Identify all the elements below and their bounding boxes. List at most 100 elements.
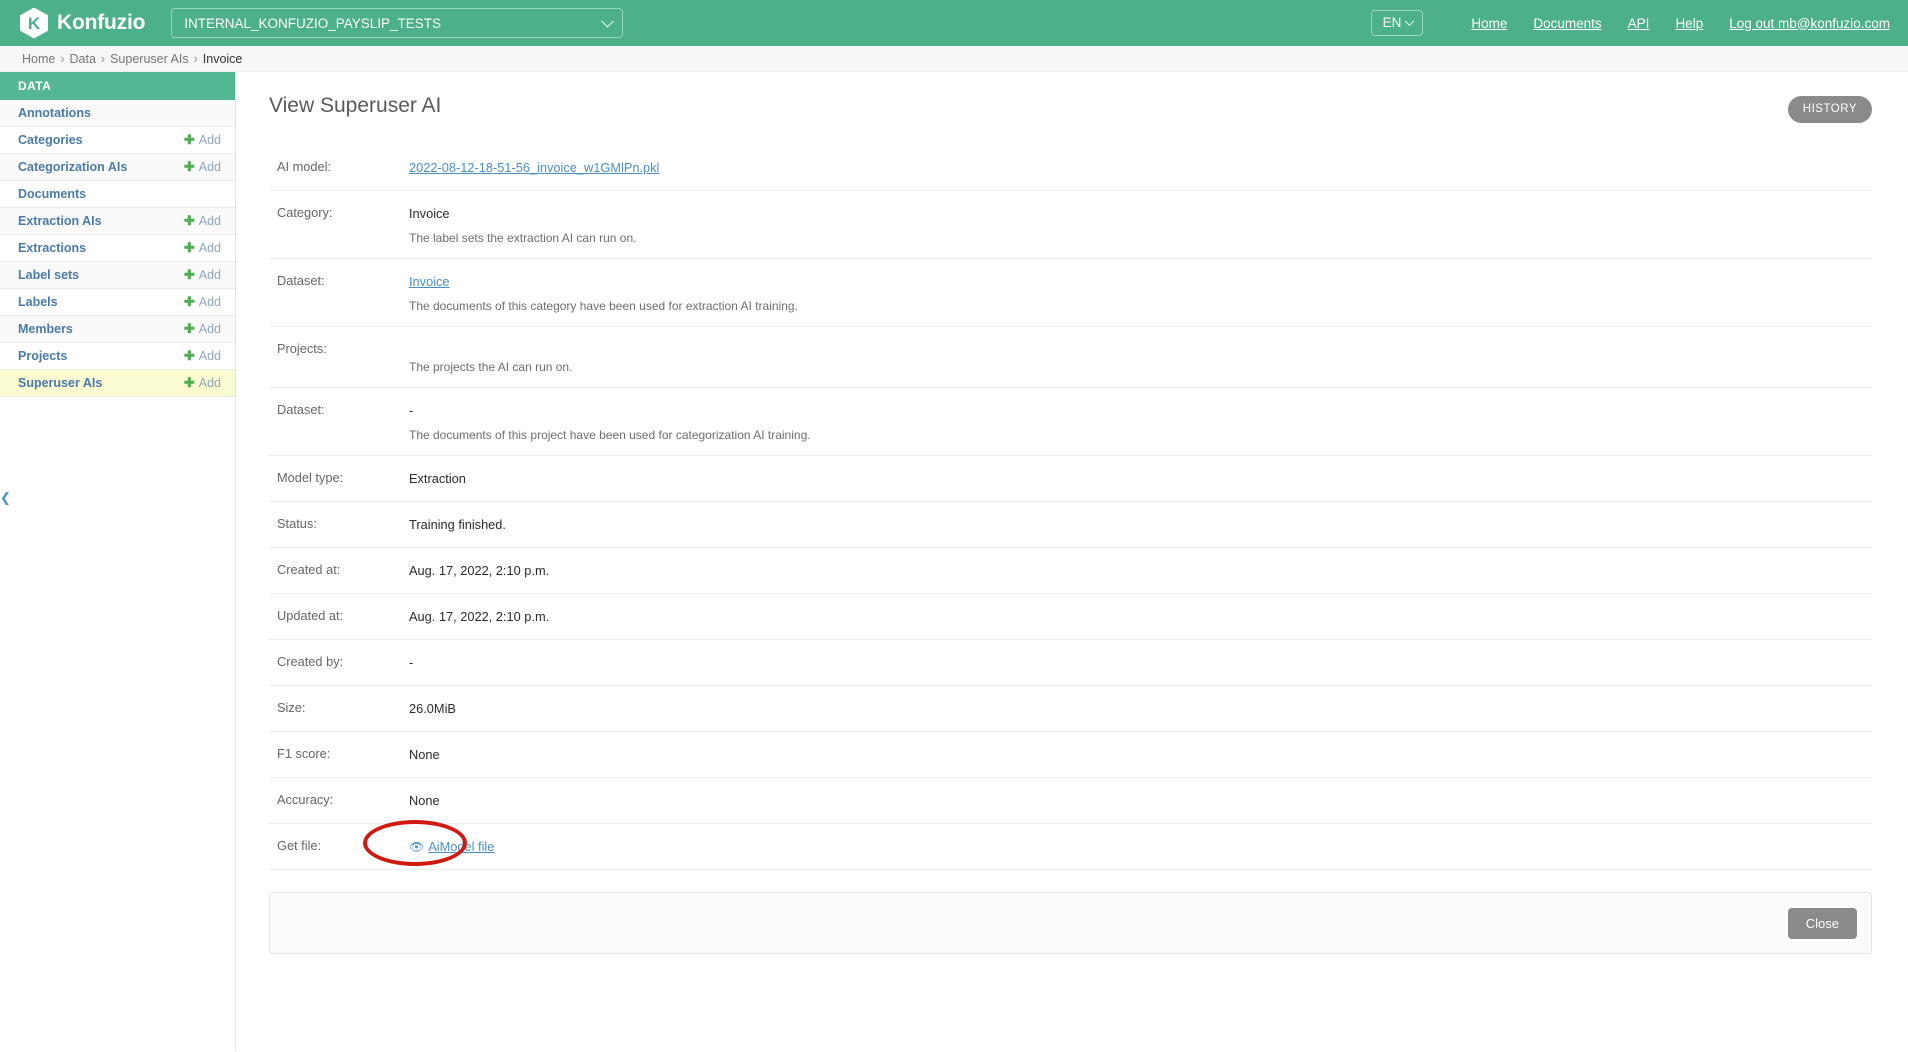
- get-file-value: 👁 AiModel file: [363, 820, 1872, 866]
- sidebar-add-button[interactable]: ✚ Add: [184, 213, 221, 229]
- breadcrumb-separator: ›: [100, 51, 106, 66]
- sidebar-add-button[interactable]: ✚ Add: [184, 375, 221, 391]
- detail-row-value: 2022-08-12-18-51-56_invoice_w1GMlPn.pkl: [409, 159, 1872, 177]
- detail-value-text: Training finished.: [409, 517, 506, 532]
- nav-link-home[interactable]: Home: [1471, 16, 1507, 31]
- sidebar-item-extraction-ais[interactable]: Extraction AIs ✚ Add: [0, 208, 235, 235]
- plus-icon: ✚: [183, 159, 195, 174]
- detail-row-label: Status:: [277, 516, 317, 531]
- detail-row-value: Training finished.: [409, 516, 1872, 534]
- sidebar-item-label: Extractions: [18, 241, 87, 255]
- sidebar-item-label: Documents: [18, 187, 87, 201]
- detail-value-text: Aug. 17, 2022, 2:10 p.m.: [409, 563, 550, 578]
- detail-row: Size: 26.0MiB: [269, 686, 1872, 732]
- detail-row: F1 score: None: [269, 732, 1872, 778]
- plus-icon: ✚: [183, 132, 195, 147]
- project-select[interactable]: INTERNAL_KONFUZIO_PAYSLIP_TESTS: [171, 8, 624, 38]
- detail-row-help-text: The documents of this category have been…: [409, 299, 798, 313]
- sidebar-item-list: Annotations Categories ✚ Add Categorization …: [0, 100, 235, 397]
- sidebar-add-button[interactable]: ✚ Add: [184, 132, 221, 148]
- detail-row: Created by: -: [269, 640, 1872, 686]
- close-button[interactable]: Close: [1787, 907, 1857, 939]
- breadcrumb-item-home[interactable]: Home: [22, 52, 55, 66]
- aimodel-file-link[interactable]: AiModel file: [428, 839, 494, 854]
- sidebar-item-label-sets[interactable]: Label sets ✚ Add: [0, 262, 235, 289]
- plus-icon: ✚: [183, 240, 195, 255]
- top-navigation-bar: K Konfuzio INTERNAL_KONFUZIO_PAYSLIP_TES…: [0, 0, 1908, 46]
- detail-row-label: Dataset:: [277, 402, 325, 417]
- detail-row-value: Aug. 17, 2022, 2:10 p.m.: [409, 562, 1872, 580]
- detail-row-help-text: The projects the AI can run on.: [409, 360, 573, 374]
- detail-value-text: 26.0MiB: [409, 701, 456, 716]
- detail-row: Accuracy: None: [269, 778, 1872, 824]
- detail-row-label: Created at:: [277, 562, 341, 577]
- sidebar-add-button[interactable]: ✚ Add: [184, 321, 221, 337]
- detail-value-text: None: [409, 793, 440, 808]
- detail-row-help-text: The documents of this project have been …: [409, 428, 811, 442]
- breadcrumb: Home › Data › Superuser AIs › Invoice: [0, 46, 1908, 72]
- detail-row-value: Aug. 17, 2022, 2:10 p.m.: [409, 608, 1872, 626]
- sidebar-collapse-chevron-left-icon[interactable]: ❮: [0, 490, 11, 506]
- detail-value-text: Extraction: [409, 471, 466, 486]
- sidebar-item-label: Label sets: [18, 268, 80, 282]
- detail-row-value: Extraction: [409, 470, 1872, 488]
- page-layout: DATA Annotations Categories ✚ Add Categoriza…: [0, 72, 1908, 1051]
- detail-row-value: None: [409, 792, 1872, 810]
- detail-row: Updated at: Aug. 17, 2022, 2:10 p.m.: [269, 594, 1872, 640]
- nav-link-api[interactable]: API: [1628, 16, 1650, 31]
- detail-row-label: Dataset:: [277, 273, 325, 288]
- sidebar-add-label: Add: [198, 241, 221, 255]
- sidebar-add-label: Add: [198, 295, 221, 309]
- detail-row: Projects: The projects the AI can run on.: [269, 327, 1872, 388]
- language-label: EN: [1382, 15, 1402, 30]
- history-button[interactable]: HISTORY: [1787, 96, 1872, 123]
- project-select-value: INTERNAL_KONFUZIO_PAYSLIP_TESTS: [184, 15, 442, 31]
- sidebar-add-label: Add: [198, 376, 221, 390]
- sidebar-item-superuser-ais[interactable]: Superuser AIs ✚ Add: [0, 370, 235, 397]
- detail-row: Status: Training finished.: [269, 502, 1872, 548]
- detail-row-label: Updated at:: [277, 608, 344, 623]
- sidebar-add-label: Add: [198, 214, 221, 228]
- footer-action-bar: Close: [269, 892, 1872, 954]
- sidebar-item-label: Projects: [18, 349, 68, 363]
- sidebar-add-button[interactable]: ✚ Add: [184, 159, 221, 175]
- breadcrumb-item-superuser-ais[interactable]: Superuser AIs: [110, 52, 189, 66]
- sidebar-item-annotations[interactable]: Annotations: [0, 100, 235, 127]
- detail-row: AI model: 2022-08-12-18-51-56_invoice_w1G…: [269, 145, 1872, 191]
- brand-logo[interactable]: K Konfuzio: [20, 7, 146, 39]
- sidebar-item-extractions[interactable]: Extractions ✚ Add: [0, 235, 235, 262]
- detail-row-label: Model type:: [277, 470, 344, 485]
- sidebar-add-label: Add: [198, 268, 221, 282]
- sidebar-add-button[interactable]: ✚ Add: [184, 348, 221, 364]
- sidebar-item-labels[interactable]: Labels ✚ Add: [0, 289, 235, 316]
- sidebar-add-label: Add: [198, 160, 221, 174]
- language-selector[interactable]: EN: [1370, 10, 1424, 36]
- sidebar-item-label: Categories: [18, 133, 83, 147]
- konfuzio-logo-icon: K: [20, 7, 48, 39]
- detail-value-link[interactable]: Invoice: [409, 274, 450, 289]
- sidebar-add-button[interactable]: ✚ Add: [184, 294, 221, 310]
- nav-link-documents[interactable]: Documents: [1533, 16, 1601, 31]
- breadcrumb-item-data[interactable]: Data: [70, 52, 96, 66]
- breadcrumb-current: Invoice: [202, 51, 243, 66]
- detail-row-label: Category:: [277, 205, 333, 220]
- detail-row-label: Size:: [277, 700, 306, 715]
- get-file-label: Get file:: [277, 838, 322, 853]
- plus-icon: ✚: [183, 348, 195, 363]
- detail-value-text: -: [409, 655, 414, 670]
- sidebar-item-projects[interactable]: Projects ✚ Add: [0, 343, 235, 370]
- sidebar-item-members[interactable]: Members ✚ Add: [0, 316, 235, 343]
- sidebar-item-categories[interactable]: Categories ✚ Add: [0, 127, 235, 154]
- brand-name: Konfuzio: [57, 11, 146, 34]
- plus-icon: ✚: [183, 294, 195, 309]
- nav-link-help[interactable]: Help: [1675, 16, 1703, 31]
- main-content: View Superuser AI HISTORY AI model: 2022-…: [236, 72, 1908, 1051]
- detail-row-label: Accuracy:: [277, 792, 334, 807]
- sidebar-item-label: Members: [18, 322, 73, 336]
- nav-link-logout[interactable]: Log out mb@konfuzio.com: [1729, 16, 1890, 31]
- detail-value-link[interactable]: 2022-08-12-18-51-56_invoice_w1GMlPn.pkl: [409, 160, 659, 175]
- sidebar-add-button[interactable]: ✚ Add: [184, 267, 221, 283]
- sidebar-add-button[interactable]: ✚ Add: [184, 240, 221, 256]
- sidebar-item-categorization-ais[interactable]: Categorization AIs ✚ Add: [0, 154, 235, 181]
- sidebar-item-documents[interactable]: Documents: [0, 181, 235, 208]
